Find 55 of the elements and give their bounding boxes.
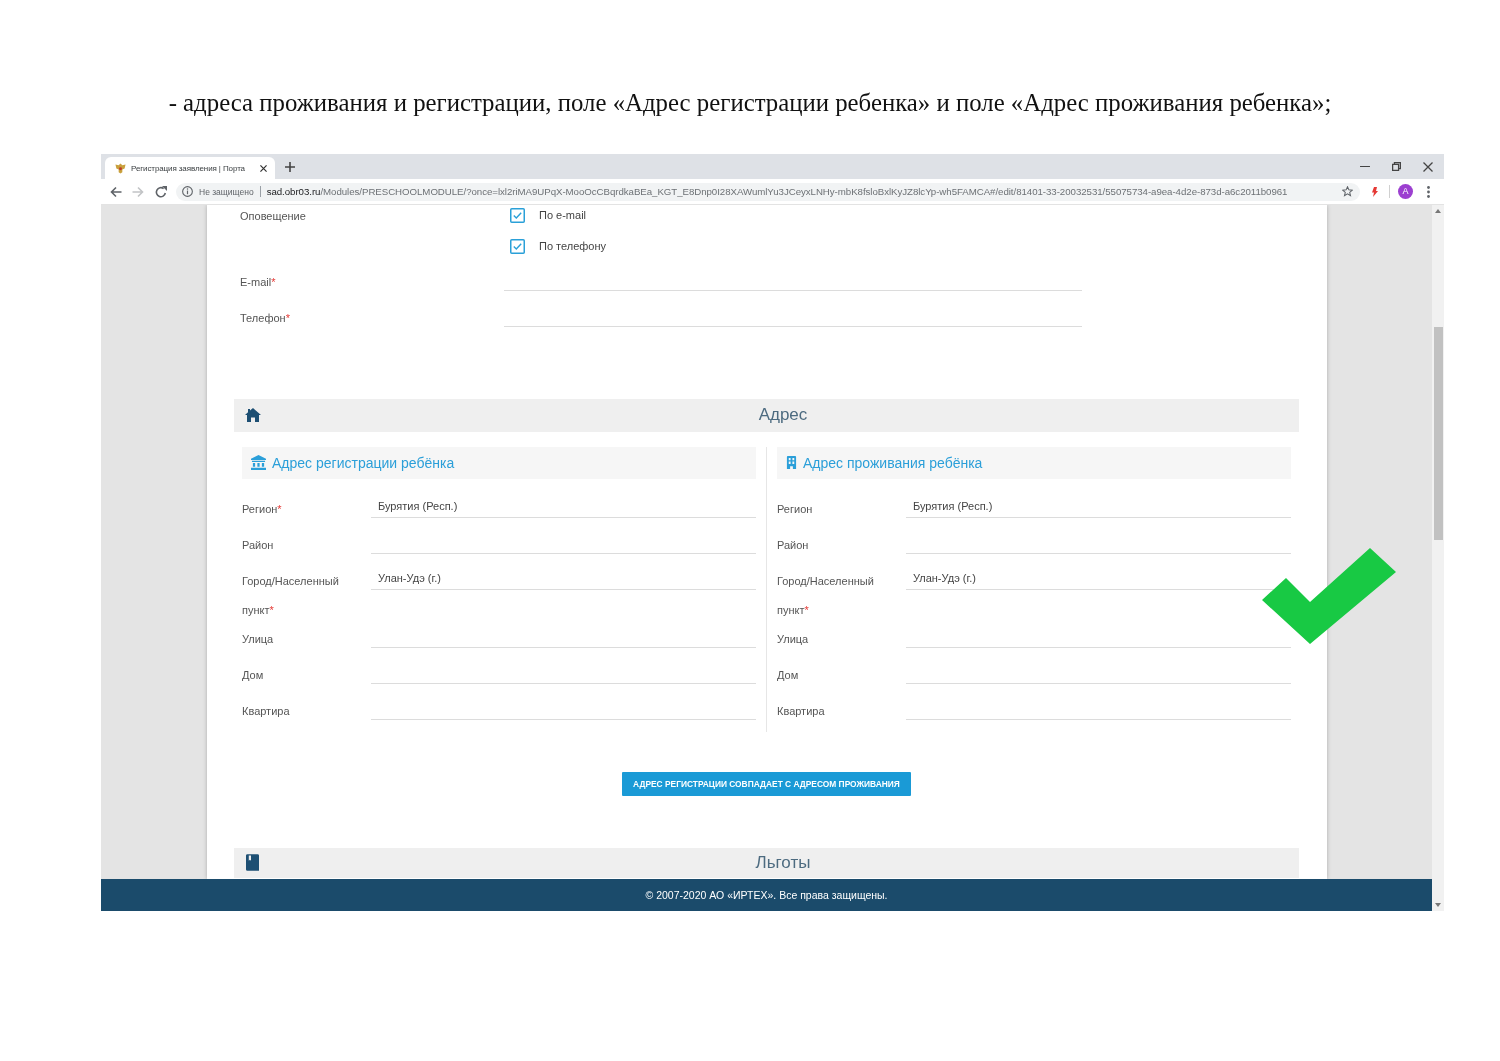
- url-text: sad.obr03.ru/Modules/PRESCHOOLMODULE/?once=lxl2riMA9UPqX-MooOcCBqrdkaBEa_KGT_E8Dnp0I28XAWumlYu3JCeyxLNHy-mbK8fsloBxlKyJZ8lcYp-wh5FAMCA#/edit/81401-33-20032531/55075734-a9ea-4d2e-873d-a6c2011b0961: [266, 186, 1289, 197]
- field-label: Район: [242, 539, 274, 551]
- extension-icon[interactable]: [1372, 186, 1378, 197]
- field-label: Телефон*: [240, 312, 290, 324]
- menu-icon[interactable]: [1427, 185, 1430, 198]
- checkbox[interactable]: По e-mail: [510, 207, 587, 223]
- plus-icon[interactable]: [285, 161, 295, 172]
- field-label: Дом: [777, 669, 799, 681]
- field-label: E-mail*: [240, 276, 276, 288]
- home-icon: [244, 408, 261, 422]
- address-bar[interactable]: [176, 182, 1360, 201]
- star-icon[interactable]: [1342, 186, 1353, 197]
- field-label: Регион*: [242, 503, 282, 515]
- field-label: Дом: [242, 669, 264, 681]
- caption-text: - адреса проживания и регистрации, поле «Адрес регистрации ребенка» и поле «Адрес проживания ребенка»;: [168, 89, 1332, 116]
- field-label: Город/Населенный пункт*: [777, 575, 874, 616]
- section-title: Льготы: [755, 852, 811, 872]
- field-label: Квартира: [242, 705, 290, 717]
- checkbox-icon[interactable]: [510, 238, 525, 254]
- field-label: Город/Населенный пункт*: [242, 575, 339, 616]
- field-label: Район: [777, 539, 809, 551]
- field-label: Регион: [777, 503, 813, 515]
- building-icon: [786, 456, 797, 469]
- info-icon: [182, 186, 193, 197]
- input-field[interactable]: Бурятия (Респ.): [371, 494, 756, 518]
- scrollbar-thumb[interactable]: [1433, 327, 1443, 540]
- checkbox[interactable]: По телефону: [510, 238, 607, 254]
- restore-icon[interactable]: [1392, 162, 1401, 171]
- field-label: Улица: [777, 633, 809, 645]
- security-label: Не защищено: [199, 186, 254, 197]
- minimize-icon[interactable]: [1360, 165, 1370, 168]
- browser-tab[interactable]: Регистрация заявления | Порта: [105, 157, 275, 179]
- field-label: Оповещение: [240, 210, 306, 222]
- close-icon[interactable]: [1423, 161, 1433, 172]
- avatar[interactable]: A: [1398, 184, 1413, 199]
- section-title: Адрес: [758, 405, 808, 424]
- back-arrow-icon[interactable]: [110, 185, 122, 198]
- scrollbar[interactable]: [1432, 205, 1444, 911]
- check-mark-icon: [1262, 548, 1396, 644]
- copyright-text: © 2007-2020 АО «ИРТЕХ». Все права защищены.: [645, 889, 888, 901]
- subsection-title: Адрес проживания ребёнка: [803, 454, 983, 471]
- book-icon: [246, 854, 259, 871]
- scroll-up-icon[interactable]: [1435, 209, 1441, 213]
- forward-arrow-icon[interactable]: [132, 185, 144, 198]
- field-label: Улица: [242, 633, 274, 645]
- checkbox-icon[interactable]: [510, 207, 525, 223]
- input-field[interactable]: Бурятия (Респ.): [906, 494, 1291, 518]
- field-label: Квартира: [777, 705, 825, 717]
- close-icon[interactable]: [260, 164, 267, 172]
- bank-icon: [251, 455, 266, 470]
- subsection-title: Адрес регистрации ребёнка: [272, 454, 455, 471]
- reload-icon[interactable]: [155, 185, 167, 198]
- input-field[interactable]: Улан-Удэ (г.): [371, 566, 756, 590]
- scroll-down-icon[interactable]: [1435, 903, 1441, 907]
- emblem-icon: [115, 162, 126, 174]
